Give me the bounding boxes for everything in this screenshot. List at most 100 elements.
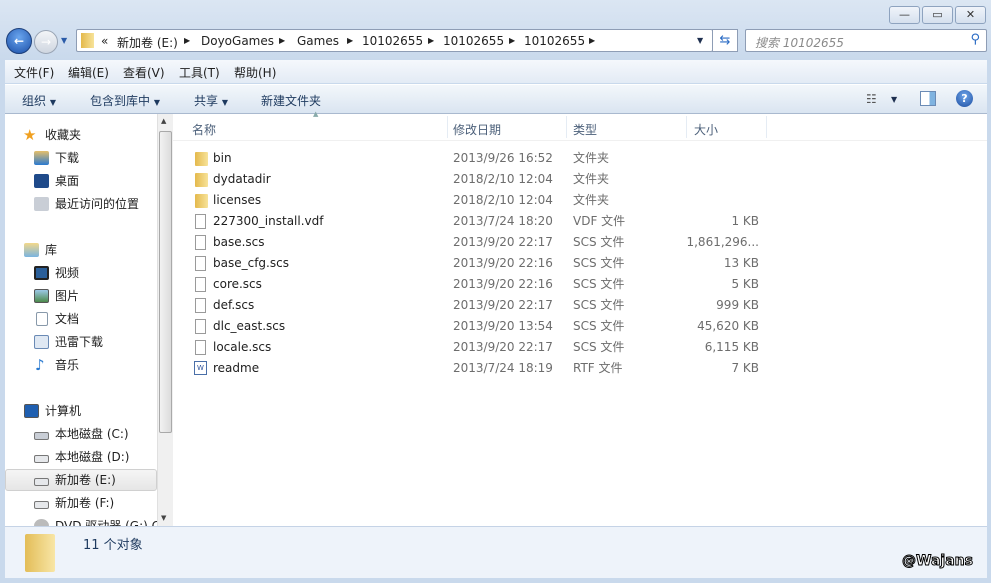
breadcrumb-separator-icon[interactable]: ▶ [509, 36, 515, 45]
refresh-button[interactable]: ⇆ [712, 29, 738, 52]
menu-bar: 文件(F) 编辑(E) 查看(V) 工具(T) 帮助(H) [5, 60, 987, 83]
scroll-down-icon: ▼ [161, 514, 167, 522]
nav-drive-f[interactable]: 新加卷 (F:) [5, 492, 157, 514]
breadcrumb-overflow[interactable]: « [101, 34, 108, 48]
file-name: base_cfg.scs [213, 256, 289, 270]
nav-item-desktop[interactable]: 桌面 [5, 170, 157, 192]
menu-file[interactable]: 文件(F) [14, 64, 54, 81]
refresh-icon: ⇆ [719, 33, 731, 48]
file-row[interactable]: dydatadir 2018/2/10 12:04 文件夹 [173, 169, 987, 190]
file-row[interactable]: Wreadme 2013/7/24 18:19 RTF 文件 7 KB [173, 358, 987, 379]
file-row[interactable]: dlc_east.scs 2013/9/20 13:54 SCS 文件 45,620 … [173, 316, 987, 337]
nav-item-pictures[interactable]: 图片 [5, 285, 157, 307]
scrollbar-thumb[interactable] [159, 131, 172, 433]
column-date[interactable]: 修改日期 [453, 121, 501, 138]
breadcrumb-item[interactable]: 新加卷 (E:) [117, 34, 178, 51]
nav-drive-e-selected[interactable]: 新加卷 (E:) [5, 469, 157, 491]
file-size: 13 KB [723, 256, 759, 270]
share-button[interactable]: 共享 ▼ [194, 92, 228, 109]
nav-item-music[interactable]: ♪ 音乐 [5, 354, 157, 376]
nav-item-downloads[interactable]: 下载 [5, 147, 157, 169]
file-date: 2013/9/20 22:17 [453, 235, 553, 249]
file-size: 1,861,296... [686, 235, 759, 249]
address-bar[interactable]: « 新加卷 (E:) ▶ DoyoGames ▶ Games ▶ 1010265… [76, 29, 713, 52]
file-name: readme [213, 361, 260, 375]
file-date: 2013/9/20 22:17 [453, 340, 553, 354]
file-type: 文件夹 [573, 172, 610, 186]
file-date: 2013/9/20 13:54 [453, 319, 553, 333]
watermark: @Wajans [902, 553, 974, 570]
folder-icon [195, 173, 208, 187]
menu-tools[interactable]: 工具(T) [179, 64, 220, 81]
breadcrumb-separator-icon[interactable]: ▶ [589, 36, 595, 45]
search-input[interactable]: 搜索 10102655 ⚲ [745, 29, 987, 52]
nav-libraries[interactable]: 库 [5, 239, 157, 261]
chevron-down-icon: ▼ [49, 98, 56, 107]
file-name: base.scs [213, 235, 265, 249]
file-row[interactable]: 227300_install.vdf 2013/7/24 18:20 VDF 文件 1… [173, 211, 987, 232]
column-size[interactable]: 大小 [694, 121, 718, 138]
nav-item-recent-places[interactable]: 最近访问的位置 [5, 193, 157, 215]
file-icon [195, 277, 206, 292]
maximize-button[interactable]: ▭ [922, 6, 953, 24]
menu-view[interactable]: 查看(V) [123, 64, 165, 81]
nav-item-videos[interactable]: 视频 [5, 262, 157, 284]
file-row[interactable]: locale.scs 2013/9/20 22:17 SCS 文件 6,115 KB [173, 337, 987, 358]
file-type: 文件夹 [573, 151, 610, 165]
breadcrumb-item[interactable]: DoyoGames [201, 34, 274, 48]
downloads-icon [34, 151, 49, 165]
file-icon [195, 298, 206, 313]
command-bar: 组织 ▼ 包含到库中 ▼ 共享 ▼ 新建文件夹 ☷ ▼ ? [5, 84, 987, 114]
file-date: 2018/2/10 12:04 [453, 172, 553, 186]
preview-pane-icon[interactable] [920, 91, 936, 106]
menu-edit[interactable]: 编辑(E) [68, 64, 109, 81]
file-name: dlc_east.scs [213, 319, 286, 333]
file-type: 文件夹 [573, 193, 610, 207]
recent-pages-dropdown[interactable]: ▼ [61, 36, 67, 45]
breadcrumb-separator-icon[interactable]: ▶ [184, 36, 190, 45]
video-icon [34, 266, 49, 280]
file-row[interactable]: licenses 2018/2/10 12:04 文件夹 [173, 190, 987, 211]
file-date: 2013/9/20 22:17 [453, 298, 553, 312]
back-button[interactable]: ← [6, 28, 32, 54]
file-row[interactable]: bin 2013/9/26 16:52 文件夹 [173, 148, 987, 169]
nav-scrollbar[interactable]: ▲ ▼ [157, 114, 173, 526]
breadcrumb-separator-icon[interactable]: ▶ [347, 36, 353, 45]
nav-item-xunlei-downloads[interactable]: 迅雷下载 [5, 331, 157, 353]
file-date: 2013/9/20 22:16 [453, 277, 553, 291]
file-row[interactable]: def.scs 2013/9/20 22:17 SCS 文件 999 KB [173, 295, 987, 316]
forward-button[interactable]: → [34, 30, 58, 54]
breadcrumb-separator-icon[interactable]: ▶ [428, 36, 434, 45]
include-in-library-button[interactable]: 包含到库中 ▼ [90, 92, 160, 109]
nav-drive-d[interactable]: 本地磁盘 (D:) [5, 446, 157, 468]
breadcrumb-item[interactable]: 10102655 [443, 34, 504, 48]
minimize-button[interactable]: — [889, 6, 920, 24]
close-button[interactable]: ✕ [955, 6, 986, 24]
file-row[interactable]: base.scs 2013/9/20 22:17 SCS 文件 1,861,296..… [173, 232, 987, 253]
breadcrumb-item[interactable]: Games [297, 34, 339, 48]
column-type[interactable]: 类型 [573, 121, 597, 138]
breadcrumb-separator-icon[interactable]: ▶ [279, 36, 285, 45]
computer-icon [24, 404, 39, 418]
column-name[interactable]: 名称 [192, 121, 216, 138]
chevron-down-icon: ▼ [221, 98, 228, 107]
breadcrumb-item[interactable]: 10102655 [524, 34, 585, 48]
search-icon[interactable]: ⚲ [970, 32, 980, 47]
help-icon[interactable]: ? [956, 90, 973, 107]
file-row[interactable]: core.scs 2013/9/20 22:16 SCS 文件 5 KB [173, 274, 987, 295]
file-row[interactable]: base_cfg.scs 2013/9/20 22:16 SCS 文件 13 KB [173, 253, 987, 274]
nav-drive-c[interactable]: 本地磁盘 (C:) [5, 423, 157, 445]
organize-button[interactable]: 组织 ▼ [22, 92, 56, 109]
breadcrumb-item[interactable]: 10102655 [362, 34, 423, 48]
nav-dvd-drive[interactable]: DVD 驱动器 (G:) C [5, 515, 157, 526]
view-options-icon[interactable]: ☷ [866, 92, 877, 106]
nav-computer[interactable]: 计算机 [5, 400, 157, 422]
nav-favorites[interactable]: ★ 收藏夹 [5, 124, 157, 146]
menu-help[interactable]: 帮助(H) [234, 64, 276, 81]
new-folder-button[interactable]: 新建文件夹 [261, 92, 321, 109]
documents-icon [36, 312, 48, 326]
nav-item-documents[interactable]: 文档 [5, 308, 157, 330]
rtf-document-icon: W [194, 361, 207, 375]
address-history-dropdown[interactable]: ▼ [697, 36, 703, 45]
view-dropdown-icon[interactable]: ▼ [891, 95, 897, 104]
